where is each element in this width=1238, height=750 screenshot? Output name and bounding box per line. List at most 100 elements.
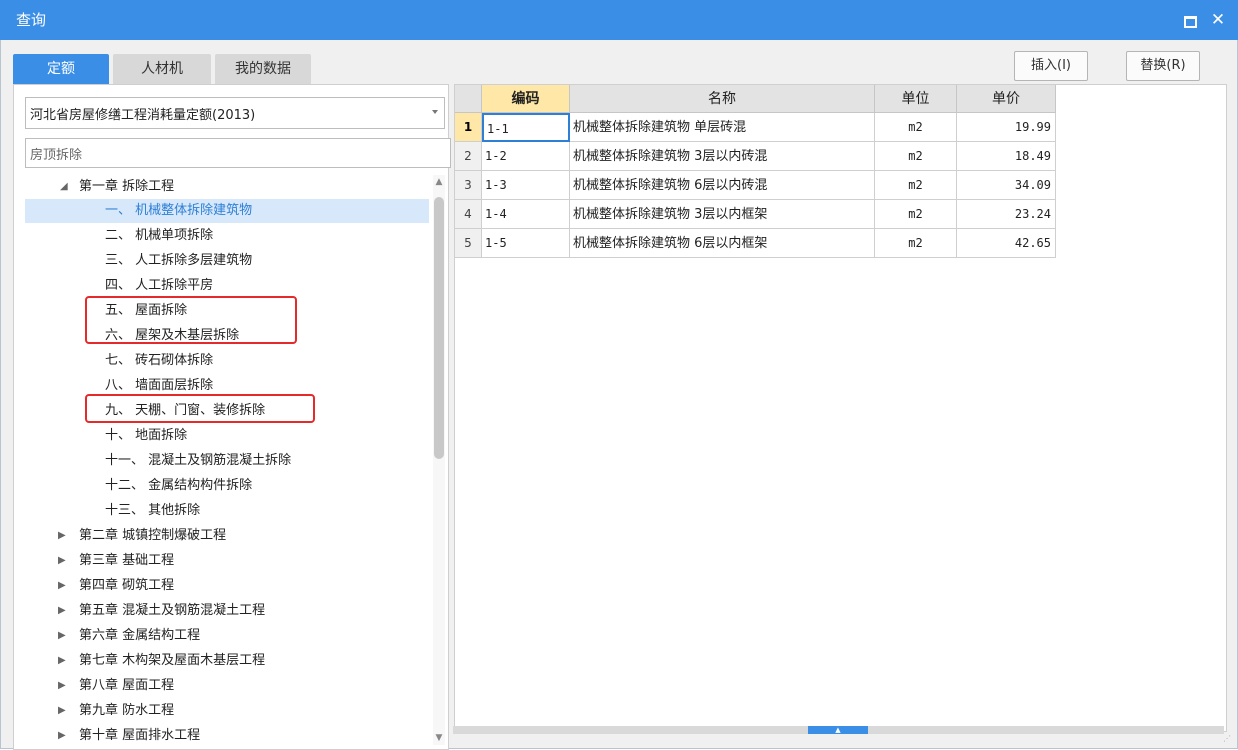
column-header-code[interactable]: 编码 bbox=[482, 85, 570, 113]
tree-chapter-6[interactable]: ▶ 第六章 金属结构工程 bbox=[25, 624, 429, 648]
cell-unit[interactable]: m2 bbox=[875, 171, 957, 200]
tree-section-label: 十、 地面拆除 bbox=[105, 428, 188, 443]
chapter-tree: ◢ 第一章 拆除工程 一、 机械整体拆除建筑物 二、 机械单项拆除 三、 人工拆… bbox=[25, 175, 429, 745]
insert-button[interactable]: 插入(I) bbox=[1014, 51, 1088, 81]
cell-code[interactable]: 1-3 bbox=[482, 171, 570, 200]
cell-code[interactable]: 1-1 bbox=[482, 113, 570, 142]
column-header-price[interactable]: 单价 bbox=[957, 85, 1056, 113]
tree-section-1[interactable]: 一、 机械整体拆除建筑物 bbox=[25, 199, 429, 223]
expand-triangle-icon[interactable]: ▶ bbox=[58, 674, 70, 698]
tab-my-data[interactable]: 我的数据 bbox=[215, 54, 311, 84]
close-icon[interactable]: ✕ bbox=[1208, 10, 1228, 30]
tree-chapter-label: 第三章 基础工程 bbox=[79, 553, 175, 568]
expand-triangle-icon[interactable]: ▶ bbox=[58, 549, 70, 573]
tree-chapter-label: 第八章 屋面工程 bbox=[79, 678, 175, 693]
expand-triangle-icon[interactable]: ▶ bbox=[58, 649, 70, 673]
tree-scrollbar[interactable]: ▲ ▼ bbox=[433, 175, 445, 745]
tree-section-label: 十二、 金属结构构件拆除 bbox=[105, 478, 253, 493]
grid-corner bbox=[455, 85, 482, 113]
row-number[interactable]: 4 bbox=[455, 200, 482, 229]
quota-library-value: 河北省房屋修缮工程消耗量定额(2013) bbox=[30, 108, 256, 123]
tree-section-2[interactable]: 二、 机械单项拆除 bbox=[25, 224, 429, 248]
scrollbar-thumb[interactable] bbox=[434, 197, 444, 459]
row-number[interactable]: 5 bbox=[455, 229, 482, 258]
tree-chapter-label: 第六章 金属结构工程 bbox=[79, 628, 201, 643]
cell-name[interactable]: 机械整体拆除建筑物 6层以内砖混 bbox=[570, 171, 875, 200]
grid-horizontal-scrollbar[interactable]: ▲ bbox=[453, 726, 1224, 734]
maximize-icon[interactable] bbox=[1180, 10, 1200, 30]
cell-unit[interactable]: m2 bbox=[875, 200, 957, 229]
window-title: 查询 bbox=[16, 11, 47, 29]
tree-chapter-9[interactable]: ▶ 第九章 防水工程 bbox=[25, 699, 429, 723]
tree-chapter-3[interactable]: ▶ 第三章 基础工程 bbox=[25, 549, 429, 573]
tree-section-label: 四、 人工拆除平房 bbox=[105, 278, 214, 293]
tree-section-10[interactable]: 十、 地面拆除 bbox=[25, 424, 429, 448]
tree-section-12[interactable]: 十二、 金属结构构件拆除 bbox=[25, 474, 429, 498]
tree-section-label: 十一、 混凝土及钢筋混凝土拆除 bbox=[105, 453, 292, 468]
row-number[interactable]: 2 bbox=[455, 142, 482, 171]
cell-price[interactable]: 34.09 bbox=[957, 171, 1056, 200]
tree-section-13[interactable]: 十三、 其他拆除 bbox=[25, 499, 429, 523]
results-grid: 编码 名称 单位 单价 1 1-1 机械整体拆除建筑物 单层砖混 m2 19.9… bbox=[454, 84, 1227, 732]
cell-price[interactable]: 42.65 bbox=[957, 229, 1056, 258]
chevron-down-icon[interactable] bbox=[432, 110, 438, 114]
tree-chapter-label: 第一章 拆除工程 bbox=[79, 179, 175, 194]
tree-chapter-8[interactable]: ▶ 第八章 屋面工程 bbox=[25, 674, 429, 698]
expand-triangle-icon[interactable]: ▶ bbox=[58, 574, 70, 598]
expand-triangle-icon[interactable]: ▶ bbox=[58, 599, 70, 623]
resize-grip-icon[interactable]: ⋰ bbox=[1223, 734, 1233, 744]
cell-name[interactable]: 机械整体拆除建筑物 单层砖混 bbox=[570, 113, 875, 142]
cell-price[interactable]: 18.49 bbox=[957, 142, 1056, 171]
tree-chapter-label: 第十章 屋面排水工程 bbox=[79, 728, 201, 743]
tree-chapter-10[interactable]: ▶ 第十章 屋面排水工程 bbox=[25, 724, 429, 745]
tree-chapter-1[interactable]: ◢ 第一章 拆除工程 bbox=[25, 175, 429, 199]
title-bar: 查询 ✕ bbox=[0, 0, 1238, 40]
cell-code[interactable]: 1-2 bbox=[482, 142, 570, 171]
cell-unit[interactable]: m2 bbox=[875, 142, 957, 171]
expand-triangle-icon[interactable]: ▶ bbox=[58, 699, 70, 723]
scroll-up-icon[interactable]: ▲ bbox=[433, 175, 445, 189]
cell-name[interactable]: 机械整体拆除建筑物 6层以内框架 bbox=[570, 229, 875, 258]
cell-code[interactable]: 1-5 bbox=[482, 229, 570, 258]
tree-section-3[interactable]: 三、 人工拆除多层建筑物 bbox=[25, 249, 429, 273]
tree-chapter-label: 第四章 砌筑工程 bbox=[79, 578, 175, 593]
tree-section-11[interactable]: 十一、 混凝土及钢筋混凝土拆除 bbox=[25, 449, 429, 473]
tree-section-4[interactable]: 四、 人工拆除平房 bbox=[25, 274, 429, 298]
tree-chapter-4[interactable]: ▶ 第四章 砌筑工程 bbox=[25, 574, 429, 598]
tab-labor-material-machine[interactable]: 人材机 bbox=[113, 54, 211, 84]
tree-section-label: 三、 人工拆除多层建筑物 bbox=[105, 253, 253, 268]
cell-price[interactable]: 23.24 bbox=[957, 200, 1056, 229]
tree-section-7[interactable]: 七、 砖石砌体拆除 bbox=[25, 349, 429, 373]
tree-chapter-label: 第五章 混凝土及钢筋混凝土工程 bbox=[79, 603, 266, 618]
collapse-triangle-icon[interactable]: ◢ bbox=[60, 175, 72, 199]
expand-triangle-icon[interactable]: ▶ bbox=[58, 524, 70, 548]
query-dialog: 定额 人材机 我的数据 插入(I) 替换(R) 河北省房屋修缮工程消耗量定额(2… bbox=[0, 40, 1238, 750]
cell-unit[interactable]: m2 bbox=[875, 113, 957, 142]
tree-chapter-5[interactable]: ▶ 第五章 混凝土及钢筋混凝土工程 bbox=[25, 599, 429, 623]
tree-chapter-label: 第九章 防水工程 bbox=[79, 703, 175, 718]
cell-name[interactable]: 机械整体拆除建筑物 3层以内砖混 bbox=[570, 142, 875, 171]
quota-library-select[interactable]: 河北省房屋修缮工程消耗量定额(2013) bbox=[25, 97, 445, 129]
column-header-unit[interactable]: 单位 bbox=[875, 85, 957, 113]
column-header-name[interactable]: 名称 bbox=[570, 85, 875, 113]
scroll-down-icon[interactable]: ▼ bbox=[433, 731, 445, 745]
tree-section-label: 二、 机械单项拆除 bbox=[105, 228, 214, 243]
cell-price[interactable]: 19.99 bbox=[957, 113, 1056, 142]
tree-chapter-7[interactable]: ▶ 第七章 木构架及屋面木基层工程 bbox=[25, 649, 429, 673]
expand-triangle-icon[interactable]: ▶ bbox=[58, 724, 70, 745]
replace-button[interactable]: 替换(R) bbox=[1126, 51, 1200, 81]
search-input[interactable] bbox=[25, 138, 451, 168]
cell-unit[interactable]: m2 bbox=[875, 229, 957, 258]
expand-triangle-icon[interactable]: ▶ bbox=[58, 624, 70, 648]
row-number[interactable]: 1 bbox=[455, 113, 482, 142]
highlight-box bbox=[85, 296, 297, 344]
splitter-up-icon[interactable]: ▲ bbox=[808, 726, 868, 734]
tree-chapter-label: 第二章 城镇控制爆破工程 bbox=[79, 528, 227, 543]
cell-name[interactable]: 机械整体拆除建筑物 3层以内框架 bbox=[570, 200, 875, 229]
tree-section-label: 七、 砖石砌体拆除 bbox=[105, 353, 214, 368]
row-number[interactable]: 3 bbox=[455, 171, 482, 200]
tree-chapter-2[interactable]: ▶ 第二章 城镇控制爆破工程 bbox=[25, 524, 429, 548]
tab-quota[interactable]: 定额 bbox=[13, 54, 109, 84]
cell-code[interactable]: 1-4 bbox=[482, 200, 570, 229]
tree-section-label: 一、 机械整体拆除建筑物 bbox=[105, 203, 253, 218]
